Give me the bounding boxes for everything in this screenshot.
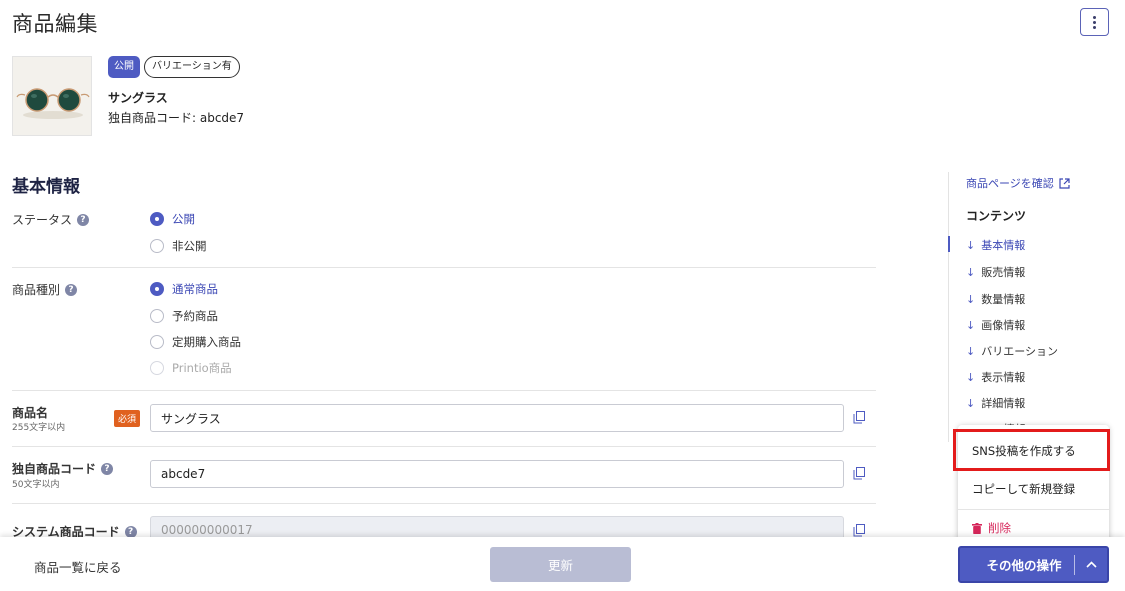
radio-type-normal[interactable]: 通常商品 <box>150 281 218 297</box>
page-title: 商品編集 <box>12 12 98 36</box>
divider <box>12 503 876 504</box>
radio-status-public[interactable]: 公開 <box>150 211 195 227</box>
back-to-list-link[interactable]: 商品一覧に戻る <box>34 557 122 576</box>
product-page-link[interactable]: 商品ページを確認 <box>966 175 1070 191</box>
divider <box>12 446 876 447</box>
radio-icon <box>150 361 164 375</box>
sidebar-divider <box>948 172 949 442</box>
product-name-hint: 255文字以内 <box>12 423 66 433</box>
arrow-down-icon: ↓ <box>966 318 976 332</box>
external-link-icon <box>1059 177 1070 189</box>
required-badge: 必須 <box>114 410 141 427</box>
help-icon[interactable]: ? <box>65 283 78 296</box>
status-badge: 公開 <box>108 56 140 78</box>
help-icon[interactable]: ? <box>77 213 90 226</box>
status-label: ステータス ? <box>12 211 90 228</box>
sidebar-heading: コンテンツ <box>966 209 1027 223</box>
copy-icon[interactable] <box>853 411 865 424</box>
own-code-hint: 50文字以内 <box>12 480 60 490</box>
help-icon[interactable]: ? <box>101 462 114 475</box>
highlight-annotation <box>953 429 1110 471</box>
radio-status-private[interactable]: 非公開 <box>150 238 207 254</box>
arrow-down-icon: ↓ <box>966 396 976 410</box>
product-badges: 公開 バリエーション有 <box>108 56 240 78</box>
arrow-down-icon: ↓ <box>966 370 976 384</box>
divider <box>12 390 876 391</box>
trash-icon <box>972 522 982 534</box>
variation-badge: バリエーション有 <box>144 56 240 78</box>
arrow-down-icon: ↓ <box>966 292 976 306</box>
help-icon[interactable]: ? <box>124 525 137 538</box>
menu-item-copy-new[interactable]: コピーして新規登録 <box>972 481 1075 497</box>
radio-checked-icon <box>150 282 164 296</box>
arrow-down-icon: ↓ <box>966 265 976 279</box>
toc-item-display[interactable]: ↓ 表示情報 <box>966 369 1025 385</box>
other-actions-label: その他の操作 <box>986 559 1062 573</box>
radio-checked-icon <box>150 212 164 226</box>
kebab-icon <box>1093 15 1096 29</box>
radio-type-subscription[interactable]: 定期購入商品 <box>150 334 241 350</box>
toc-item-image[interactable]: ↓ 画像情報 <box>966 317 1025 333</box>
radio-type-printio: Printio商品 <box>150 360 232 376</box>
footer-bar: 商品一覧に戻る 更新 その他の操作 <box>0 537 1125 591</box>
product-name-label: 商品名 <box>12 406 49 420</box>
copy-icon[interactable] <box>853 524 865 537</box>
more-menu-button[interactable] <box>1080 8 1109 36</box>
chevron-up-icon <box>1075 561 1107 568</box>
own-code-label: 独自商品コード ? <box>12 460 114 477</box>
product-code: 独自商品コード: abcde7 <box>108 111 245 125</box>
arrow-down-icon: ↓ <box>966 238 976 252</box>
section-title-basic: 基本情報 <box>12 177 80 197</box>
toc-item-sales[interactable]: ↓ 販売情報 <box>966 264 1025 280</box>
toc-item-quantity[interactable]: ↓ 数量情報 <box>966 291 1025 307</box>
arrow-down-icon: ↓ <box>966 344 976 358</box>
product-name-input[interactable] <box>150 404 844 432</box>
product-thumbnail <box>12 56 92 136</box>
product-type-label: 商品種別 ? <box>12 281 78 298</box>
sidebar-active-marker <box>948 236 950 252</box>
other-actions-button[interactable]: その他の操作 <box>958 546 1109 583</box>
divider <box>12 267 876 268</box>
menu-item-delete[interactable]: 削除 <box>972 520 1011 536</box>
own-code-input[interactable] <box>150 460 844 488</box>
copy-icon[interactable] <box>853 467 865 480</box>
sunglasses-image <box>13 57 91 135</box>
toc-item-basic[interactable]: ↓ 基本情報 <box>966 237 1025 253</box>
radio-icon <box>150 335 164 349</box>
toc-item-variation[interactable]: ↓ バリエーション <box>966 343 1058 359</box>
toc-item-detail[interactable]: ↓ 詳細情報 <box>966 395 1025 411</box>
product-name: サングラス <box>108 91 168 105</box>
radio-type-reserve[interactable]: 予約商品 <box>150 308 218 324</box>
radio-icon <box>150 309 164 323</box>
menu-divider <box>958 509 1109 510</box>
radio-icon <box>150 239 164 253</box>
update-button[interactable]: 更新 <box>490 547 631 582</box>
